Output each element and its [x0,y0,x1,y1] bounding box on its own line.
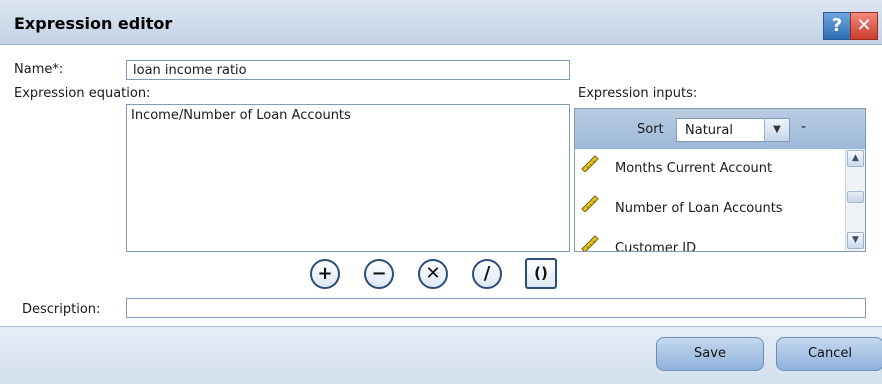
expression-editor-dialog: Expression editor ? ✕ Name*: Expression … [0,0,882,384]
list-item[interactable]: Customer ID [575,230,845,252]
ruler-icon [581,195,599,212]
scroll-down-icon[interactable]: ▼ [847,232,864,249]
inputs-scrollbar[interactable]: ▲ ▼ [845,149,865,251]
divide-operator-button[interactable]: / [472,259,502,289]
cancel-button[interactable]: Cancel [776,337,882,371]
parentheses-button[interactable]: () [525,258,557,289]
multiply-operator-button[interactable]: ✕ [418,259,448,289]
sort-bar: Sort Natural ▼ - [575,109,865,149]
chevron-down-icon[interactable]: ▼ [764,119,789,141]
save-button[interactable]: Save [656,337,764,371]
plus-operator-button[interactable]: + [310,259,340,289]
description-label: Description: [22,302,101,317]
name-label: Name*: [14,62,64,77]
help-button[interactable]: ? [823,12,851,40]
ruler-icon [581,235,599,251]
sort-direction[interactable]: - [801,119,806,135]
scroll-up-icon[interactable]: ▲ [847,150,864,167]
list-item-label: Customer ID [615,241,697,252]
title-bar: Expression editor ? ✕ [0,0,882,45]
sort-label: Sort [637,122,664,137]
name-field[interactable] [126,60,570,80]
expression-inputs-panel: Sort Natural ▼ - Months Current Account [574,108,866,252]
list-item-label: Number of Loan Accounts [615,201,783,216]
sort-select[interactable]: Natural ▼ [676,118,790,142]
inputs-label: Expression inputs: [578,86,698,101]
description-field[interactable] [126,298,866,318]
scroll-thumb[interactable] [847,191,864,203]
list-item-label: Months Current Account [615,161,773,176]
equation-label: Expression equation: [14,86,151,101]
inputs-list: Months Current Account Number of Loan Ac… [575,149,845,252]
equation-textarea[interactable]: Income/Number of Loan Accounts [126,104,570,252]
minus-operator-button[interactable]: − [364,259,394,289]
list-item[interactable]: Number of Loan Accounts [575,190,845,230]
list-item[interactable]: Months Current Account [575,150,845,190]
sort-value: Natural [685,123,733,138]
close-button[interactable]: ✕ [850,12,878,40]
ruler-icon [581,155,599,172]
dialog-title: Expression editor [14,14,173,33]
